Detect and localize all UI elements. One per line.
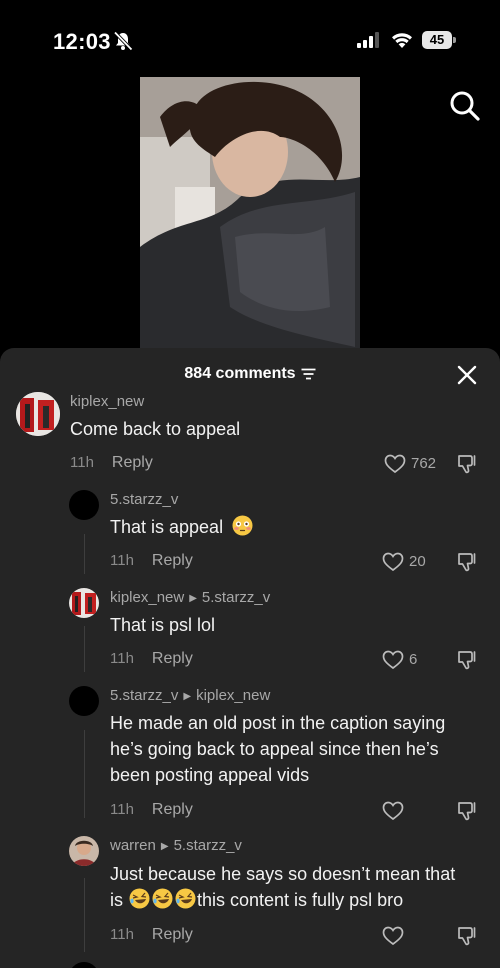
comment-text: That is psl lol [110, 615, 216, 635]
reply-arrow-icon: ▶ [183, 691, 192, 702]
comment-age: 11h [110, 650, 134, 667]
like-count: 20 [409, 553, 426, 570]
rofl-emoji [152, 888, 173, 909]
comments-sheet: 884 comments kiplex_new Come back to app… [0, 348, 500, 968]
cellular-signal-icon [357, 32, 379, 48]
username-link[interactable]: 5.starzz_v [110, 687, 178, 704]
rofl-emoji [129, 888, 150, 909]
comment-count: 884 comments [184, 365, 296, 382]
search-icon[interactable] [448, 89, 482, 123]
battery-level: 45 [422, 31, 452, 49]
avatar[interactable] [69, 588, 99, 618]
rofl-emoji [175, 888, 196, 909]
comment-count-button[interactable]: 884 comments [184, 365, 316, 383]
comment-username: kiplex_new ▶ 5.starzz_v [110, 589, 270, 606]
username-link[interactable]: warren [110, 837, 156, 854]
battery-icon: 45 [422, 31, 456, 49]
heart-icon[interactable] [382, 650, 404, 670]
close-icon[interactable] [456, 364, 478, 386]
avatar[interactable] [69, 836, 99, 866]
avatar[interactable] [69, 686, 99, 716]
dislike-icon[interactable] [456, 800, 478, 822]
flushed-face-emoji [232, 515, 253, 536]
video-frame-image [140, 77, 360, 367]
comment-username: warren ▶ 5.starzz_v [110, 837, 242, 854]
dislike-icon[interactable] [456, 453, 478, 475]
comment-age: 11h [110, 552, 134, 569]
comment-username: 5.starzz_v ▶ kiplex_new [110, 687, 270, 704]
wifi-icon [392, 33, 412, 48]
avatar[interactable] [69, 962, 99, 968]
username-link[interactable]: kiplex_new [110, 589, 184, 606]
video-player[interactable] [140, 77, 360, 367]
dislike-icon[interactable] [456, 649, 478, 671]
reply-arrow-icon: ▶ [189, 593, 197, 604]
comment-text: He made an old post in the caption sayin… [110, 713, 446, 785]
like-count: 762 [411, 455, 437, 472]
comments-header: 884 comments [0, 348, 500, 398]
heart-icon[interactable] [382, 926, 404, 946]
dislike-icon[interactable] [456, 925, 478, 947]
comment-age: 11h [110, 926, 134, 943]
comment-text: That is appeal [110, 514, 490, 540]
heart-icon[interactable] [382, 552, 404, 572]
comment-username[interactable]: 5.starzz_v [110, 491, 178, 508]
reply-button[interactable]: Reply [112, 454, 153, 471]
comment-text: Just because he says so doesn’t mean tha… [110, 864, 456, 910]
silent-bell-icon [113, 31, 133, 51]
status-time: 12:03 [53, 29, 111, 54]
reply-button[interactable]: Reply [152, 552, 193, 569]
comment-age: 11h [110, 801, 134, 818]
dislike-icon[interactable] [456, 551, 478, 573]
reply-to-username[interactable]: 5.starzz_v [202, 589, 270, 606]
comment-text: Come back to appeal [70, 419, 241, 439]
heart-icon[interactable] [382, 801, 404, 821]
filter-icon [301, 368, 316, 380]
status-bar: 12:03 45 [0, 0, 500, 80]
avatar[interactable] [69, 490, 99, 520]
like-count: 6 [409, 651, 418, 668]
comment-age: 11h [70, 454, 94, 471]
avatar[interactable] [16, 392, 60, 436]
heart-icon[interactable] [384, 454, 406, 474]
reply-button[interactable]: Reply [152, 650, 193, 667]
comment-username[interactable]: kiplex_new [70, 393, 144, 410]
reply-button[interactable]: Reply [152, 926, 193, 943]
reply-arrow-icon: ▶ [160, 841, 169, 852]
reply-to-username[interactable]: 5.starzz_v [174, 837, 242, 854]
reply-to-username[interactable]: kiplex_new [196, 687, 270, 704]
reply-button[interactable]: Reply [152, 801, 193, 818]
